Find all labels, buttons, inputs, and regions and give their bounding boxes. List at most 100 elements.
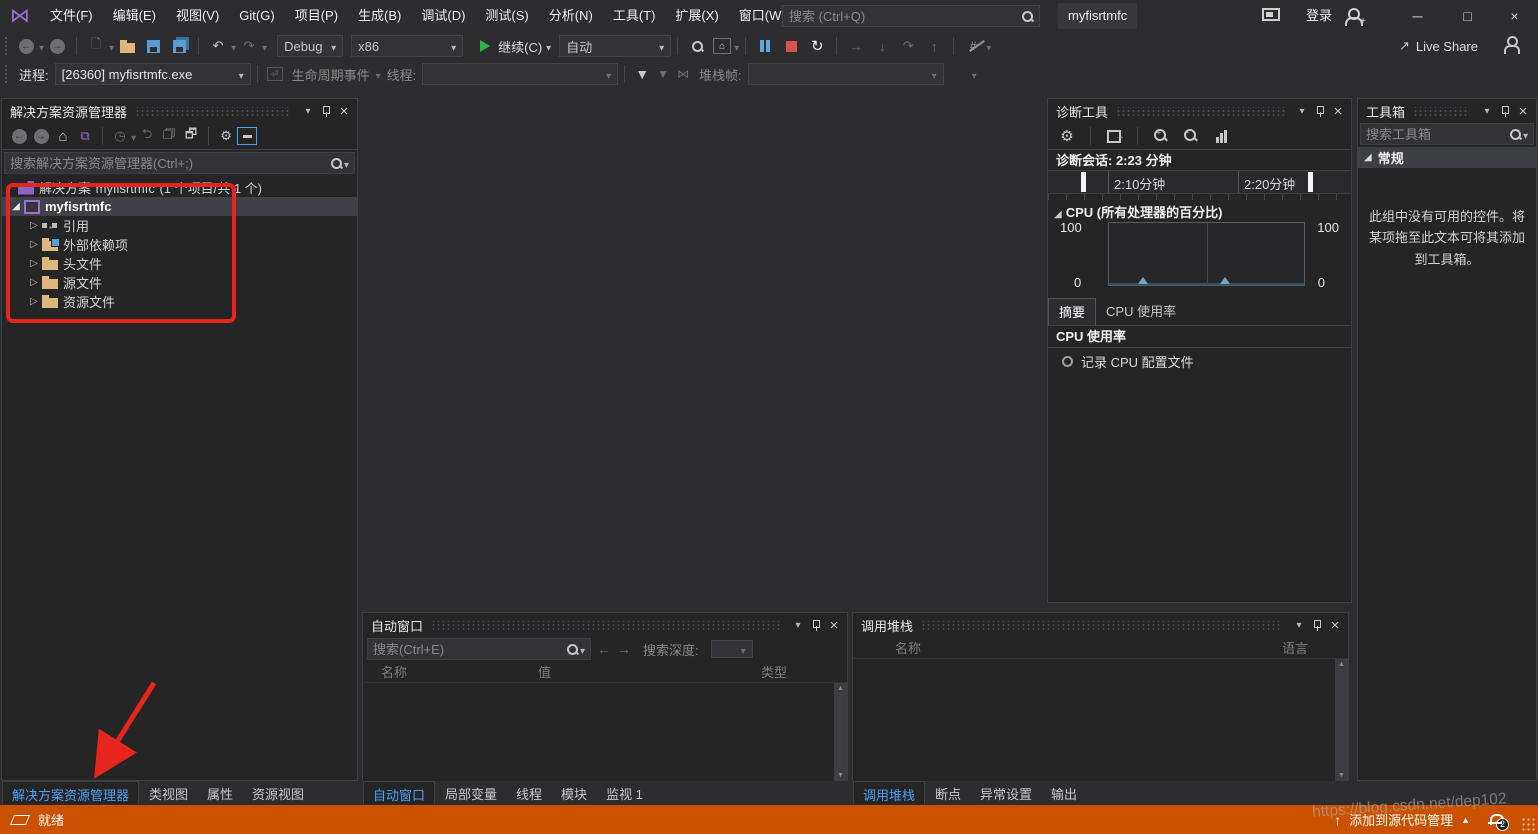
menu-extensions[interactable]: 扩展(X) xyxy=(665,0,728,32)
pin-icon[interactable] xyxy=(1496,102,1514,120)
timeline-ruler[interactable]: 2:10分钟 2:20分钟 xyxy=(1048,171,1351,194)
record-cpu-profile-button[interactable]: 记录 CPU 配置文件 xyxy=(1048,348,1351,374)
process-dropdown[interactable]: [26360] myfisrtmfc.exe xyxy=(55,63,251,85)
quick-search-input[interactable] xyxy=(789,9,1021,24)
lifecycle-events-button[interactable]: 生命周期事件 xyxy=(292,65,370,84)
search-icon[interactable] xyxy=(1021,10,1033,23)
collapse-all-icon[interactable]: 🗇 xyxy=(160,126,178,146)
filter-threads-icon[interactable]: ▼ xyxy=(635,66,649,82)
show-all-files-toggle[interactable] xyxy=(237,127,257,145)
tree-row-source-files[interactable]: ▷ 源文件 xyxy=(2,273,357,292)
stack-frame-dropdown[interactable] xyxy=(748,63,944,85)
navigate-forward-icon[interactable]: → xyxy=(47,36,67,56)
preview-selected-icon[interactable]: 🗗 xyxy=(182,126,200,146)
close-panel-icon[interactable] xyxy=(335,102,353,120)
col-type[interactable]: 类型 xyxy=(761,662,787,681)
minimize-button[interactable]: ─ xyxy=(1394,0,1441,32)
step-into-icon[interactable]: ↓ xyxy=(872,36,892,56)
save-all-icon[interactable] xyxy=(169,36,189,56)
tree-row-references[interactable]: ▷ 引用 xyxy=(2,216,357,235)
zoom-out-icon[interactable]: - xyxy=(1181,126,1201,146)
step-out-icon[interactable]: ↑ xyxy=(924,36,944,56)
search-icon[interactable] xyxy=(566,643,578,656)
call-stack-scrollbar[interactable]: ▲▼ xyxy=(1335,659,1348,781)
menu-debug[interactable]: 调试(D) xyxy=(411,0,475,32)
pin-icon[interactable] xyxy=(807,616,825,634)
tab-class-view[interactable]: 类视图 xyxy=(140,781,197,804)
close-panel-icon[interactable] xyxy=(825,616,843,634)
sync-with-active-document-icon[interactable]: ⮌ xyxy=(138,126,156,146)
new-project-dropdown-icon[interactable] xyxy=(109,39,114,54)
solution-search-box[interactable] xyxy=(4,152,355,174)
pause-icon[interactable] xyxy=(755,36,775,56)
tree-row-solution[interactable]: 解决方案"myfisrtmfc"(1 个项目/共 1 个) xyxy=(2,178,357,197)
menu-git[interactable]: Git(G) xyxy=(229,0,284,32)
tab-cpu-usage[interactable]: CPU 使用率 xyxy=(1096,298,1186,325)
menu-test[interactable]: 测试(S) xyxy=(475,0,538,32)
window-position-icon[interactable] xyxy=(789,616,807,634)
add-to-source-control-button[interactable]: 添加到源代码管理 xyxy=(1349,810,1453,829)
tree-row-project[interactable]: ◢ myfisrtmfc xyxy=(2,197,357,216)
debugbar-overflow-icon[interactable] xyxy=(972,67,977,82)
continue-dropdown-icon[interactable] xyxy=(546,39,551,54)
se-back-icon[interactable]: ← xyxy=(10,126,28,146)
panel-drag-dots[interactable] xyxy=(921,621,1282,630)
new-project-icon[interactable]: 🗋 xyxy=(86,36,106,56)
maximize-button[interactable]: □ xyxy=(1444,0,1491,32)
diagnostics-header[interactable]: 诊断工具 xyxy=(1048,99,1351,123)
autos-header[interactable]: 自动窗口 xyxy=(363,613,847,637)
toolbar-grip[interactable] xyxy=(4,36,9,56)
pin-icon[interactable] xyxy=(1308,616,1326,634)
toggle-current-thread-icon[interactable]: ⋈ xyxy=(677,67,689,81)
timeline-selection-end-handle[interactable] xyxy=(1308,172,1313,192)
close-panel-icon[interactable] xyxy=(1329,102,1347,120)
toolbox-search-input[interactable] xyxy=(1366,127,1509,142)
solution-explorer-header[interactable]: 解决方案资源管理器 xyxy=(2,99,357,123)
continue-icon[interactable] xyxy=(475,36,495,56)
call-stack-header[interactable]: 调用堆栈 xyxy=(853,613,1348,637)
search-options-icon[interactable] xyxy=(1523,127,1528,142)
undo-dropdown-icon[interactable] xyxy=(231,39,236,54)
toolbar-overflow-icon[interactable] xyxy=(986,39,991,54)
tab-summary[interactable]: 摘要 xyxy=(1048,298,1096,325)
share-icon[interactable] xyxy=(1502,36,1520,54)
search-icon[interactable] xyxy=(1509,128,1521,141)
search-options-icon[interactable] xyxy=(580,642,585,657)
toolbox-search-box[interactable] xyxy=(1360,123,1534,145)
se-forward-icon[interactable]: → xyxy=(32,126,50,146)
tab-exception-settings[interactable]: 异常设置 xyxy=(971,781,1041,804)
lifecycle-dropdown-icon[interactable] xyxy=(376,67,381,82)
col-name[interactable]: 名称 xyxy=(381,662,407,681)
export-report-icon[interactable] xyxy=(1104,126,1124,146)
window-position-icon[interactable] xyxy=(1478,102,1496,120)
tab-breakpoints[interactable]: 断点 xyxy=(926,781,970,804)
autos-search-input[interactable] xyxy=(373,642,566,657)
pin-icon[interactable] xyxy=(317,102,335,120)
search-next-icon[interactable]: → xyxy=(617,641,631,657)
configuration-dropdown[interactable]: Debug xyxy=(277,35,343,57)
timeline-selection-start-handle[interactable] xyxy=(1081,172,1086,192)
filter-dropdown-icon[interactable] xyxy=(131,129,136,144)
cpu-section-header[interactable]: ◢CPU (所有处理器的百分比) xyxy=(1048,200,1351,218)
pending-changes-filter-icon[interactable]: ◷ xyxy=(111,126,129,146)
hex-display-icon[interactable]: # xyxy=(963,36,983,56)
properties-icon[interactable]: ⚙ xyxy=(217,126,235,146)
window-position-icon[interactable] xyxy=(1293,102,1311,120)
panel-drag-dots[interactable] xyxy=(1116,107,1285,116)
reset-view-chart-icon[interactable] xyxy=(1211,126,1231,146)
show-next-statement-icon[interactable]: → xyxy=(846,36,866,56)
continue-button[interactable]: 继续(C) xyxy=(498,37,542,56)
search-icon[interactable] xyxy=(330,157,342,170)
tab-autos[interactable]: 自动窗口 xyxy=(363,781,435,804)
redo-dropdown-icon[interactable] xyxy=(262,39,267,54)
panel-drag-dots[interactable] xyxy=(431,621,781,630)
sign-in-button[interactable]: 登录 xyxy=(1306,0,1332,32)
undo-icon[interactable]: ↶ xyxy=(208,36,228,56)
tab-watch1[interactable]: 监视 1 xyxy=(597,781,652,804)
tree-row-header-files[interactable]: ▷ 头文件 xyxy=(2,254,357,273)
browser-link-icon[interactable]: ⌂ xyxy=(713,38,731,54)
menu-analyze[interactable]: 分析(N) xyxy=(539,0,603,32)
zoom-in-icon[interactable]: + xyxy=(1151,126,1171,146)
toolbar-grip[interactable] xyxy=(4,64,9,84)
stop-debugging-icon[interactable] xyxy=(781,36,801,56)
